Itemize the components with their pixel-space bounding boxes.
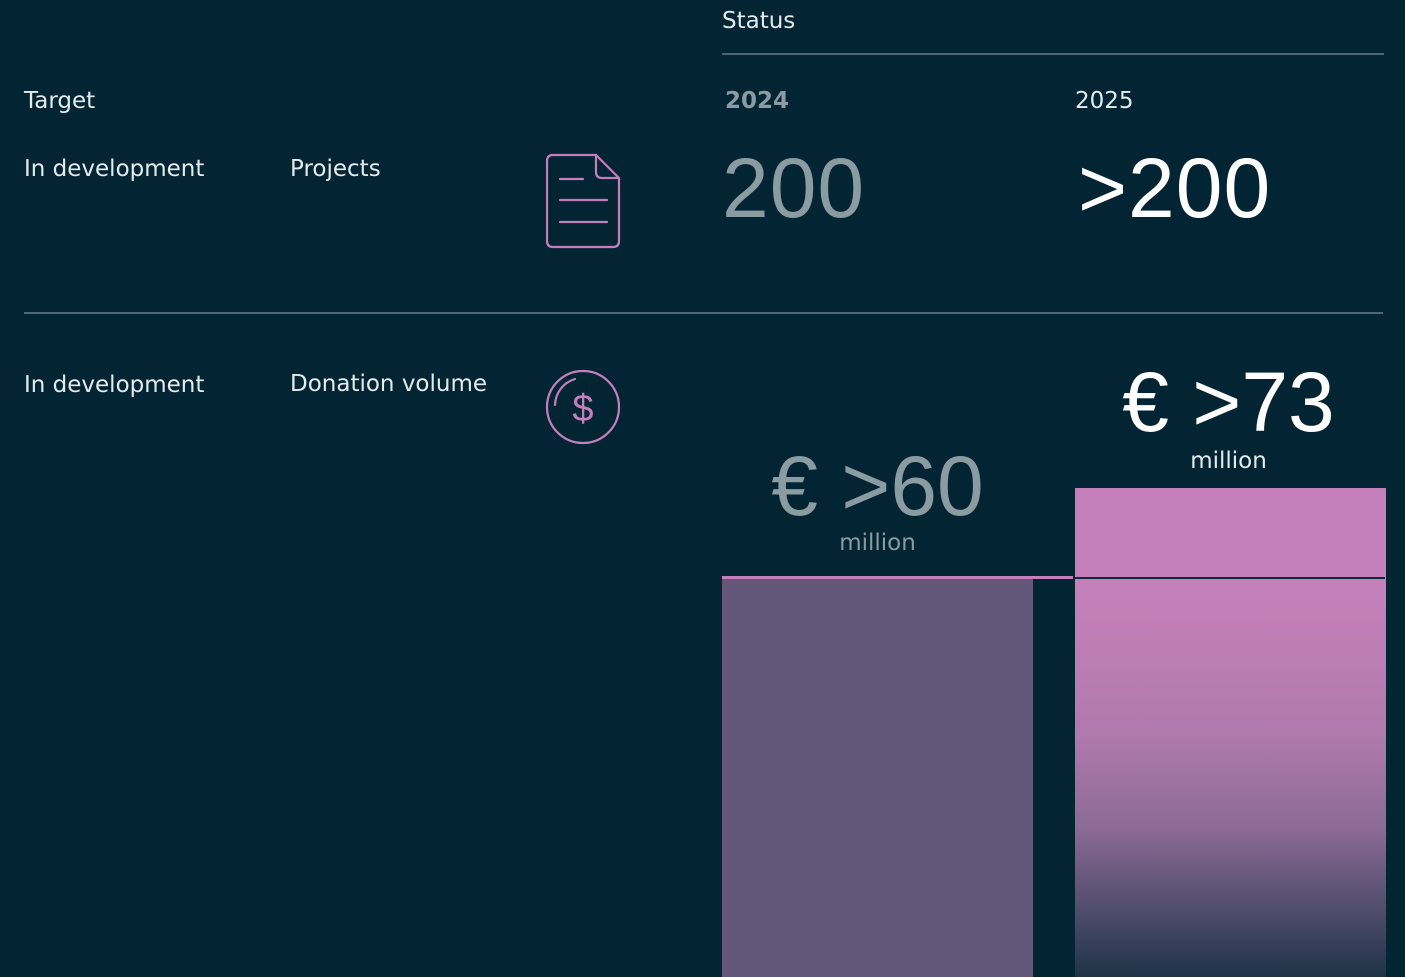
year-2025-header: 2025 bbox=[1075, 88, 1134, 114]
donation-label: Donation volume bbox=[290, 371, 488, 397]
row-divider bbox=[24, 312, 1383, 314]
projects-value-2025: >200 bbox=[1078, 141, 1272, 235]
status-header: Status bbox=[722, 8, 796, 34]
bar-2025 bbox=[1075, 488, 1386, 977]
bar-2024-cap bbox=[722, 576, 1073, 579]
bar-2025-reference-line bbox=[1075, 577, 1385, 579]
year-2024-header: 2024 bbox=[725, 88, 790, 114]
bar-2024 bbox=[722, 578, 1033, 977]
donation-value-2024: € >60 bbox=[771, 439, 984, 533]
donation-unit-2024: million bbox=[839, 530, 916, 556]
dollar-coin-icon: $ bbox=[545, 369, 621, 449]
document-icon bbox=[545, 153, 621, 253]
projects-status: In development bbox=[24, 156, 205, 182]
status-divider bbox=[722, 53, 1384, 55]
donation-status: In development bbox=[24, 372, 205, 398]
svg-text:$: $ bbox=[572, 388, 593, 430]
donation-value-2025: € >73 bbox=[1122, 355, 1335, 449]
projects-label: Projects bbox=[290, 156, 381, 182]
donation-unit-2025: million bbox=[1190, 448, 1267, 474]
target-header: Target bbox=[24, 88, 96, 114]
projects-value-2024: 200 bbox=[722, 141, 866, 235]
